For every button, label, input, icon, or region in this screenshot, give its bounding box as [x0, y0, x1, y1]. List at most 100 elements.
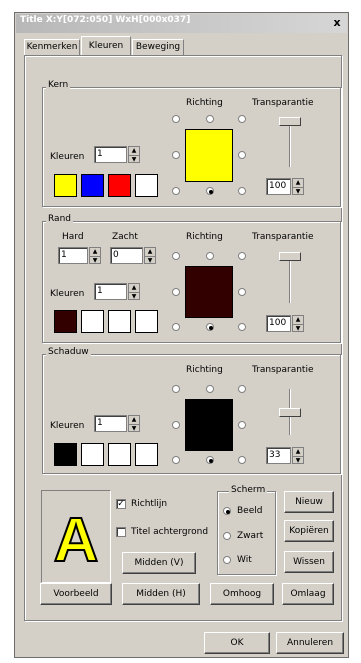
rand-hard-label: Hard — [62, 232, 84, 242]
schaduw-direction-radio[interactable] — [238, 456, 246, 464]
kern-direction-radio[interactable] — [172, 151, 180, 159]
rand-direction-radio[interactable] — [172, 323, 180, 331]
kern-color-swatch[interactable] — [108, 174, 131, 197]
schaduw-direction-radio[interactable] — [238, 421, 246, 429]
rand-direction-radio[interactable] — [172, 252, 180, 260]
window-title: Title X:Y[072:050] WxH[000x037] — [20, 15, 191, 25]
titel-achtergrond-label: Titel achtergrond — [131, 527, 209, 537]
kopieren-button[interactable]: Kopiëren — [284, 520, 334, 542]
rand-transparantie-slider-track[interactable] — [289, 257, 291, 303]
tab-kleuren[interactable]: Kleuren — [81, 36, 131, 56]
tab-beweging[interactable]: Beweging — [132, 39, 184, 55]
scherm-zwart-radio[interactable] — [223, 532, 231, 540]
kern-direction-radio[interactable] — [172, 187, 180, 195]
rand-color-preview — [185, 266, 233, 318]
tab-kenmerken[interactable]: Kenmerken — [24, 39, 80, 55]
rand-kleuren-label: Kleuren — [50, 289, 85, 299]
kern-color-swatch[interactable] — [135, 174, 158, 197]
wissen-button[interactable]: Wissen — [284, 551, 334, 573]
richtlijn-label: Richtlijn — [131, 499, 168, 509]
titel-achtergrond-checkbox[interactable] — [116, 527, 126, 537]
kern-direction-radio-selected[interactable] — [206, 187, 214, 195]
schaduw-transparantie-spinner[interactable]: ▲ ▼ — [292, 447, 304, 464]
scherm-beeld-label: Beeld — [237, 506, 263, 516]
nieuw-button[interactable]: Nieuw — [284, 491, 334, 513]
rand-zacht-label: Zacht — [112, 232, 138, 242]
kern-kleuren-input[interactable]: 1 — [94, 146, 127, 163]
schaduw-direction-radio-selected[interactable] — [206, 456, 214, 464]
rand-color-swatch[interactable] — [135, 310, 158, 333]
rand-transparantie-label: Transparantie — [252, 232, 314, 242]
kern-kleuren-spinner[interactable]: ▲ ▼ — [128, 146, 140, 163]
group-schaduw-title: Schaduw — [46, 347, 91, 357]
schaduw-direction-radio[interactable] — [172, 456, 180, 464]
kern-transparantie-label: Transparantie — [252, 98, 314, 108]
kern-transparantie-slider-track[interactable] — [289, 121, 291, 167]
rand-transparantie-input[interactable]: 100 — [266, 315, 291, 332]
rand-kleuren-input[interactable]: 1 — [94, 283, 127, 300]
kern-transparantie-spinner[interactable]: ▲ ▼ — [292, 178, 304, 195]
voorbeeld-button[interactable]: Voorbeeld — [40, 583, 112, 605]
kern-richting-label: Richting — [186, 98, 223, 108]
close-button[interactable]: x — [330, 16, 344, 30]
rand-direction-radio-selected[interactable] — [206, 323, 214, 331]
scherm-wit-label: Wit — [237, 555, 252, 565]
title-preview-box: A — [41, 490, 111, 583]
schaduw-transparantie-label: Transparantie — [252, 365, 314, 375]
kern-direction-radio[interactable] — [238, 151, 246, 159]
omhoog-button[interactable]: Omhoog — [210, 583, 274, 605]
kern-color-swatch[interactable] — [81, 174, 104, 197]
rand-hard-spinner[interactable]: ▲ ▼ — [89, 247, 101, 264]
scherm-wit-radio[interactable] — [223, 556, 231, 564]
kern-direction-radio[interactable] — [206, 115, 214, 123]
kern-color-swatch[interactable] — [54, 174, 77, 197]
group-scherm-title: Scherm — [229, 485, 268, 495]
kern-direction-radio[interactable] — [172, 115, 180, 123]
schaduw-color-preview — [185, 399, 233, 451]
kern-color-preview — [185, 129, 233, 182]
rand-direction-radio[interactable] — [206, 252, 214, 260]
group-kern-title: Kern — [46, 80, 71, 90]
schaduw-color-swatch[interactable] — [81, 443, 104, 466]
rand-direction-radio[interactable] — [238, 252, 246, 260]
kern-transparantie-input[interactable]: 100 — [266, 178, 291, 195]
schaduw-richting-label: Richting — [186, 365, 223, 375]
rand-transparantie-spinner[interactable]: ▲ ▼ — [292, 315, 304, 332]
schaduw-kleuren-input[interactable]: 1 — [94, 415, 127, 432]
kern-direction-radio[interactable] — [238, 187, 246, 195]
rand-kleuren-spinner[interactable]: ▲ ▼ — [128, 283, 140, 300]
rand-color-swatch[interactable] — [81, 310, 104, 333]
scherm-beeld-radio[interactable] — [223, 507, 231, 515]
rand-direction-radio[interactable] — [238, 288, 246, 296]
schaduw-kleuren-spinner[interactable]: ▲ ▼ — [128, 415, 140, 432]
schaduw-direction-radio[interactable] — [172, 385, 180, 393]
kern-direction-radio[interactable] — [238, 115, 246, 123]
rand-color-swatch[interactable] — [54, 310, 77, 333]
kern-kleuren-label: Kleuren — [50, 152, 85, 162]
rand-richting-label: Richting — [186, 232, 223, 242]
ok-button[interactable]: OK — [204, 632, 270, 654]
schaduw-transparantie-input[interactable]: 33 — [266, 447, 291, 464]
rand-color-swatch[interactable] — [108, 310, 131, 333]
schaduw-color-swatch[interactable] — [54, 443, 77, 466]
annuleren-button[interactable]: Annuleren — [276, 632, 344, 654]
rand-hard-input[interactable]: 1 — [58, 247, 88, 264]
schaduw-direction-radio[interactable] — [172, 421, 180, 429]
midden-h-button[interactable]: Midden (H) — [122, 583, 200, 605]
schaduw-direction-radio[interactable] — [206, 385, 214, 393]
kern-transparantie-slider-thumb[interactable] — [279, 117, 301, 126]
rand-zacht-spinner[interactable]: ▲ ▼ — [144, 247, 156, 264]
rand-direction-radio[interactable] — [238, 323, 246, 331]
rand-zacht-input[interactable]: 0 — [110, 247, 143, 264]
schaduw-color-swatch[interactable] — [108, 443, 131, 466]
richtlijn-checkbox[interactable]: ✓ — [116, 499, 126, 509]
schaduw-kleuren-label: Kleuren — [50, 421, 85, 431]
schaduw-color-swatch[interactable] — [135, 443, 158, 466]
rand-direction-radio[interactable] — [172, 288, 180, 296]
rand-transparantie-slider-thumb[interactable] — [279, 252, 301, 261]
scherm-zwart-label: Zwart — [237, 531, 264, 541]
schaduw-transparantie-slider-thumb[interactable] — [279, 408, 301, 417]
midden-v-button[interactable]: Midden (V) — [122, 552, 196, 574]
schaduw-direction-radio[interactable] — [238, 385, 246, 393]
omlaag-button[interactable]: Omlaag — [282, 583, 334, 605]
